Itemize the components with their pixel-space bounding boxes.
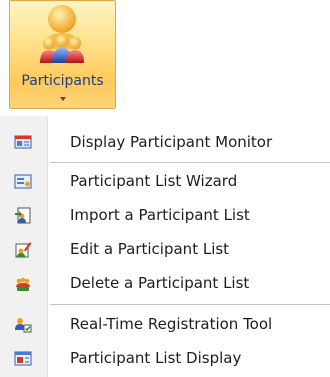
delete-list-icon	[14, 275, 32, 292]
menu-item-label: Import a Participant List	[70, 206, 250, 224]
participants-button-label: Participants	[21, 73, 104, 89]
chevron-down-icon	[59, 97, 66, 101]
people-group-icon	[10, 3, 115, 65]
edit-list-icon	[14, 241, 32, 258]
menu-divider	[50, 162, 330, 163]
menu-item-label: Participant List Wizard	[70, 172, 238, 190]
menu-item-label: Participant List Display	[70, 349, 242, 367]
menu-item-display-participant-monitor[interactable]: Display Participant Monitor	[0, 125, 330, 159]
monitor-icon	[14, 134, 32, 151]
menu-item-label: Display Participant Monitor	[70, 133, 273, 151]
menu-item-import-participant-list[interactable]: Import a Participant List	[0, 198, 330, 232]
menu-item-delete-participant-list[interactable]: Delete a Participant List	[0, 266, 330, 300]
participants-dropdown-menu: Display Participant Monitor Participant …	[0, 116, 330, 377]
import-list-icon	[14, 207, 32, 224]
list-display-icon	[14, 350, 32, 367]
list-wizard-icon	[14, 173, 32, 190]
menu-item-label: Edit a Participant List	[70, 240, 230, 258]
menu-item-real-time-registration-tool[interactable]: Real-Time Registration Tool	[0, 307, 330, 341]
menu-item-edit-participant-list[interactable]: Edit a Participant List	[0, 232, 330, 266]
registration-tool-icon	[14, 316, 32, 333]
participants-button[interactable]: Participants	[9, 0, 116, 109]
menu-item-participant-list-wizard[interactable]: Participant List Wizard	[0, 164, 330, 198]
menu-item-label: Delete a Participant List	[70, 274, 250, 292]
participants-ribbon-menu: Participants Display Participant Monitor	[0, 0, 330, 377]
menu-divider	[50, 304, 330, 305]
menu-item-label: Real-Time Registration Tool	[70, 315, 273, 333]
menu-item-participant-list-display[interactable]: Participant List Display	[0, 341, 330, 375]
